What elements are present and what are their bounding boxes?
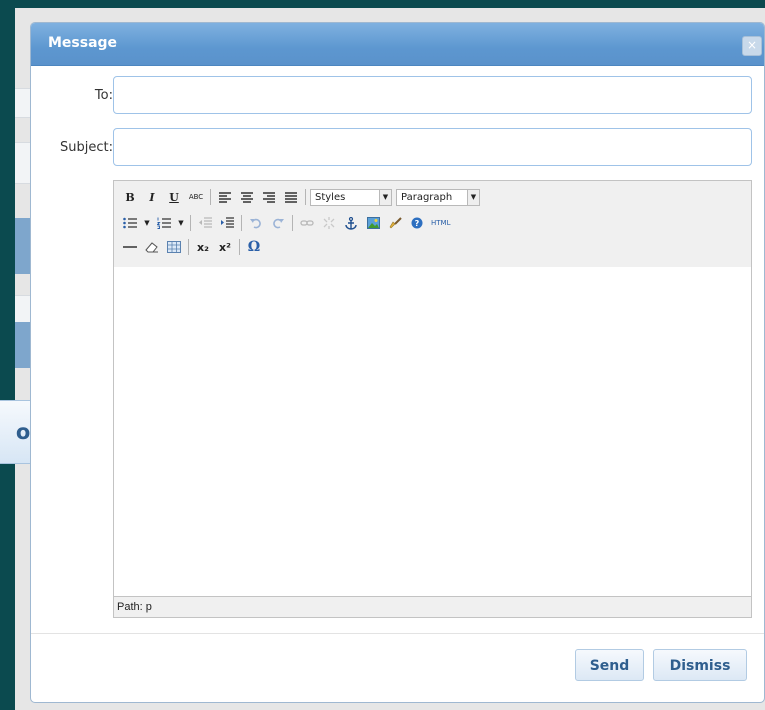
editor-content-area[interactable] [114,267,751,598]
align-right-icon[interactable] [259,188,279,206]
underline-button[interactable]: U [164,188,184,206]
bullet-list-icon[interactable] [120,214,140,232]
toolbar-row-1: B I U ABC Styles ▼ Paragraph ▼ [120,187,480,207]
toolbar-separator [239,239,240,255]
to-label: To: [94,88,113,103]
undo-icon[interactable] [246,214,266,232]
anchor-icon[interactable] [341,214,361,232]
toolbar-separator [188,239,189,255]
special-character-button[interactable]: Ω [244,238,264,256]
close-icon[interactable]: × [742,36,762,56]
redo-icon[interactable] [268,214,288,232]
toolbar-separator [190,215,191,231]
align-center-icon[interactable] [237,188,257,206]
table-icon[interactable] [164,238,184,256]
send-button[interactable]: Send [575,649,644,681]
horizontal-rule-icon[interactable] [120,238,140,256]
format-select-value: Paragraph [401,191,453,203]
toolbar-row-2: ▼ ▼ ? HTML [120,213,454,233]
editor-toolbar: B I U ABC Styles ▼ Paragraph ▼ ▼ ▼ ? HTM… [114,181,751,268]
image-icon[interactable] [363,214,383,232]
svg-text:?: ? [415,219,420,228]
eraser-icon[interactable] [142,238,162,256]
bold-button[interactable]: B [120,188,140,206]
format-select[interactable]: Paragraph ▼ [396,188,480,206]
align-justify-icon[interactable] [281,188,301,206]
chevron-down-icon: ▼ [467,189,479,205]
strikethrough-button[interactable]: ABC [186,188,206,206]
dialog-titlebar[interactable]: Message × [31,23,764,66]
toolbar-separator [305,189,306,205]
subscript-button[interactable]: x₂ [193,238,213,256]
to-input[interactable] [113,76,752,114]
html-source-button[interactable]: HTML [429,214,452,232]
footer-divider [31,633,764,634]
subject-input[interactable] [113,128,752,166]
toolbar-separator [241,215,242,231]
editor-path-bar: Path: p [114,596,751,617]
cleanup-brush-icon[interactable] [385,214,405,232]
toolbar-separator [210,189,211,205]
help-icon[interactable]: ? [407,214,427,232]
toolbar-separator [292,215,293,231]
dismiss-button[interactable]: Dismiss [653,649,747,681]
toolbar-row-3: x₂ x² Ω [120,237,266,257]
unlink-icon[interactable] [319,214,339,232]
dialog-title: Message [48,35,118,51]
numbered-list-icon[interactable] [154,214,174,232]
indent-icon[interactable] [217,214,237,232]
styles-select-value: Styles [315,191,346,203]
italic-button[interactable]: I [142,188,162,206]
subject-label: Subject: [60,140,113,155]
chevron-down-icon[interactable]: ▼ [176,214,186,232]
message-dialog: Message × To: Subject: B I U ABC Styles … [30,22,765,703]
link-icon[interactable] [297,214,317,232]
rich-text-editor: B I U ABC Styles ▼ Paragraph ▼ ▼ ▼ ? HTM… [113,180,752,618]
chevron-down-icon[interactable]: ▼ [142,214,152,232]
chevron-down-icon: ▼ [379,189,391,205]
styles-select[interactable]: Styles ▼ [310,188,392,206]
superscript-button[interactable]: x² [215,238,235,256]
align-left-icon[interactable] [215,188,235,206]
editor-path-text: Path: p [117,601,152,613]
outdent-icon[interactable] [195,214,215,232]
